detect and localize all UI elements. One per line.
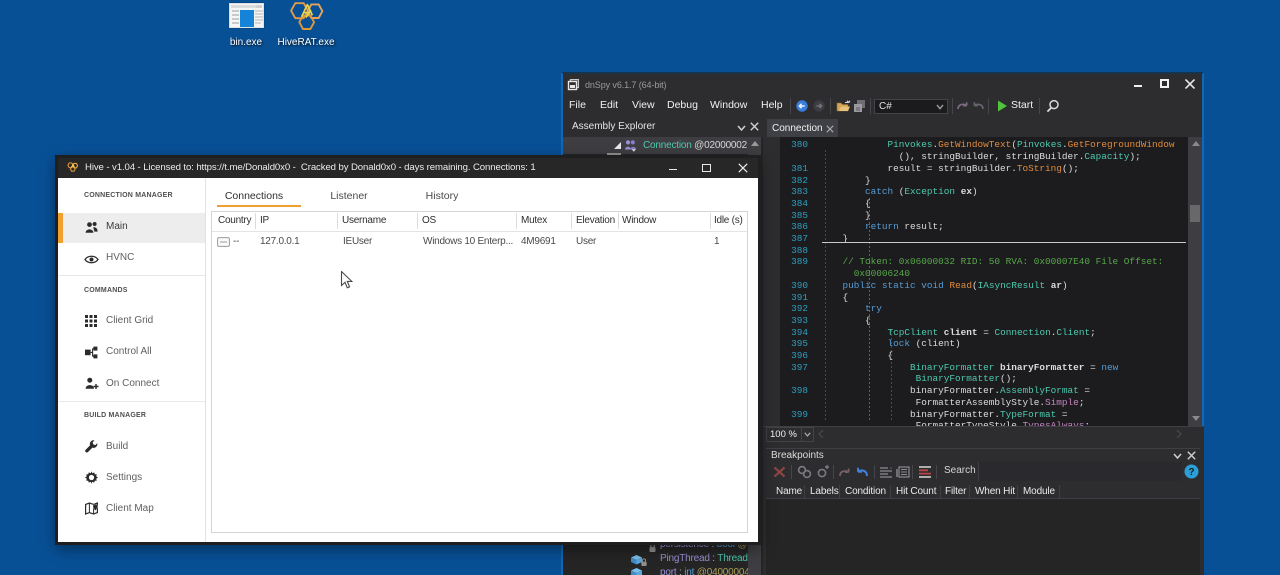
svg-text:?: ? — [1188, 467, 1194, 478]
